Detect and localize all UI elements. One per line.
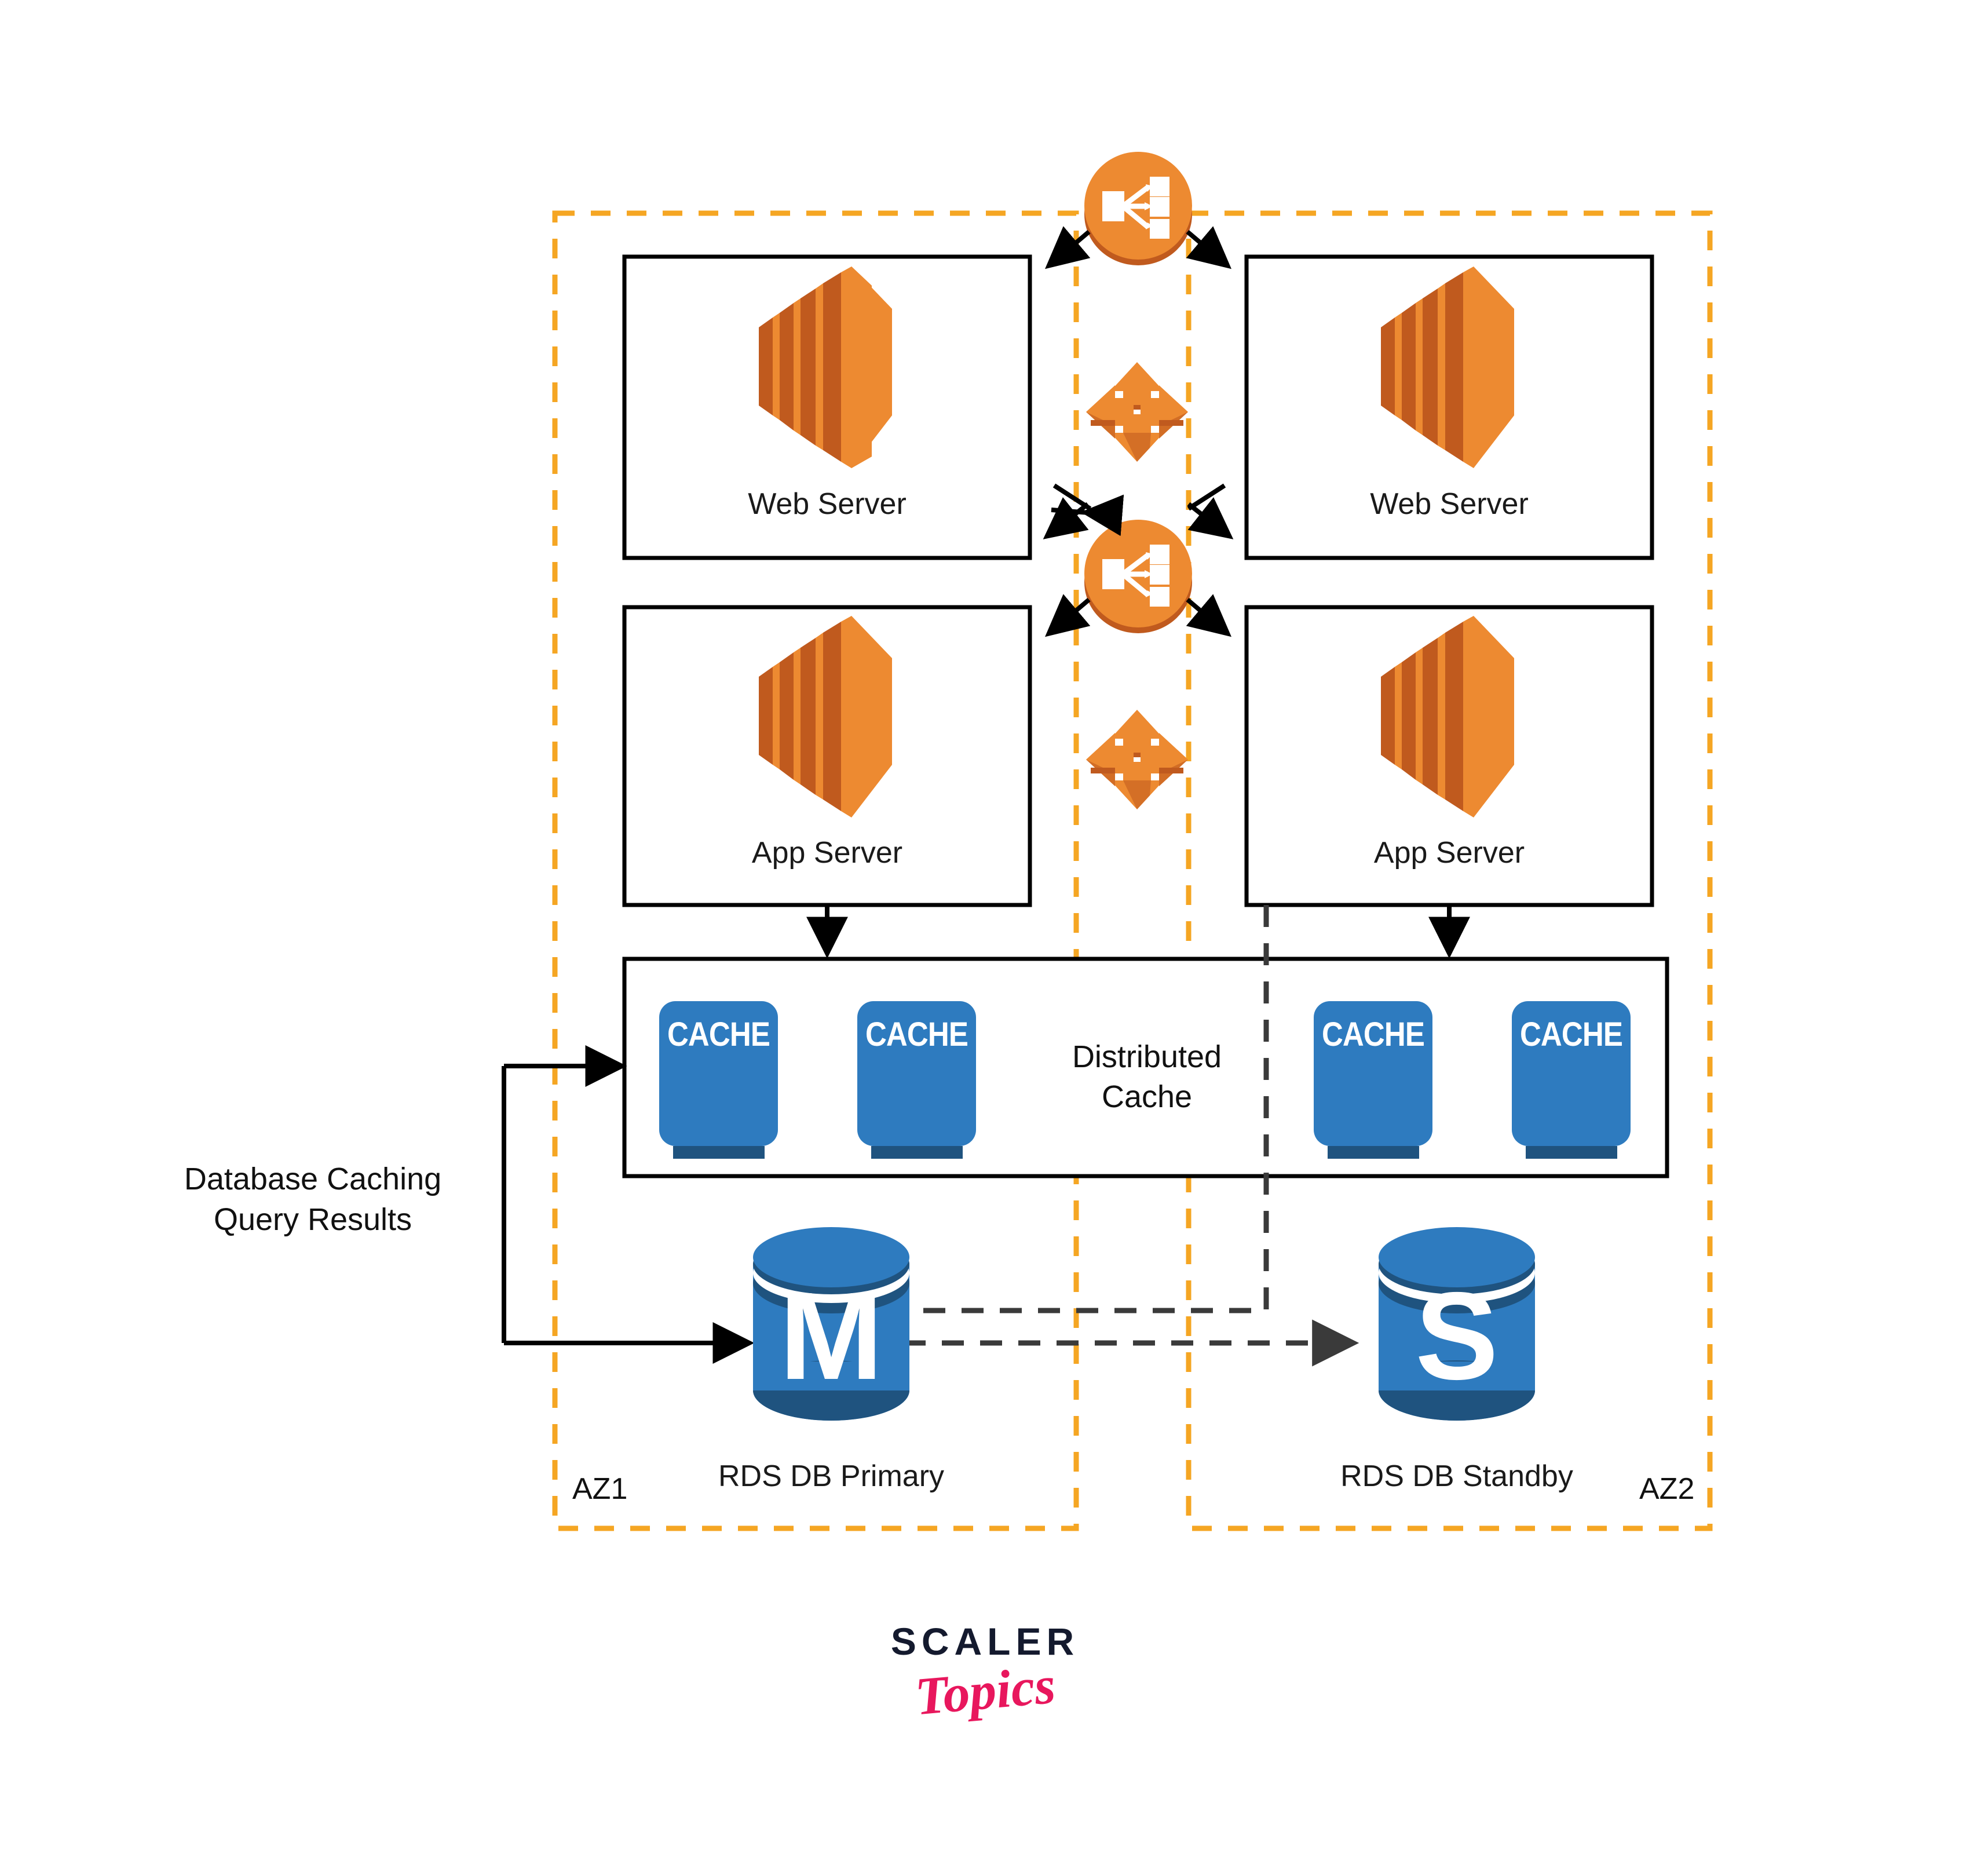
distributed-cache-title: Distributed Cache (996, 1037, 1298, 1117)
logo-sub-text: Topics (912, 1655, 1058, 1727)
rds-standby-glyph: S (1415, 1266, 1498, 1406)
scaler-topics-logo: SCALER Topics (0, 1620, 1970, 1726)
rds-standby-caption: RDS DB Standby (1340, 1459, 1573, 1493)
cache-node-label-1: CACHE (667, 1016, 770, 1053)
elastic-load-balancer-icon-mid[interactable] (1084, 520, 1192, 633)
cache-node-label-2: CACHE (865, 1016, 968, 1053)
cache-node-label-4: CACHE (1519, 1016, 1623, 1053)
logo-brand-text: SCALER (890, 1620, 1080, 1663)
database-caching-line1: Database Caching (184, 1162, 442, 1196)
az1-label: AZ1 (572, 1472, 628, 1506)
auto-scaling-icon-web (1086, 362, 1188, 462)
distributed-cache-title-line1: Distributed (1072, 1039, 1222, 1074)
web-server-caption-left: Web Server (748, 487, 907, 521)
distributed-cache-title-line2: Cache (1101, 1079, 1193, 1115)
cache-node-label-3: CACHE (1321, 1016, 1425, 1053)
rds-primary-glyph: M (779, 1266, 883, 1406)
app-server-caption-right: App Server (1373, 836, 1525, 870)
rds-primary-caption: RDS DB Primary (718, 1459, 945, 1493)
web-server-caption-right: Web Server (1370, 487, 1529, 521)
rds-database-icon-standby[interactable]: S (1379, 1227, 1535, 1421)
database-caching-line2: Query Results (213, 1202, 412, 1238)
diagram-canvas: M S Web Server Web Server App Server App… (0, 0, 1970, 1876)
diagram-vector-layer: M S (502, 152, 1713, 1531)
auto-scaling-icon-app (1086, 710, 1188, 809)
rds-database-icon-primary[interactable]: M (753, 1227, 909, 1421)
app-server-caption-left: App Server (751, 836, 903, 870)
az2-label: AZ2 (1639, 1472, 1695, 1506)
database-caching-annotation: Database Caching Query Results (133, 1159, 492, 1240)
elastic-load-balancer-icon-top[interactable] (1084, 152, 1192, 265)
